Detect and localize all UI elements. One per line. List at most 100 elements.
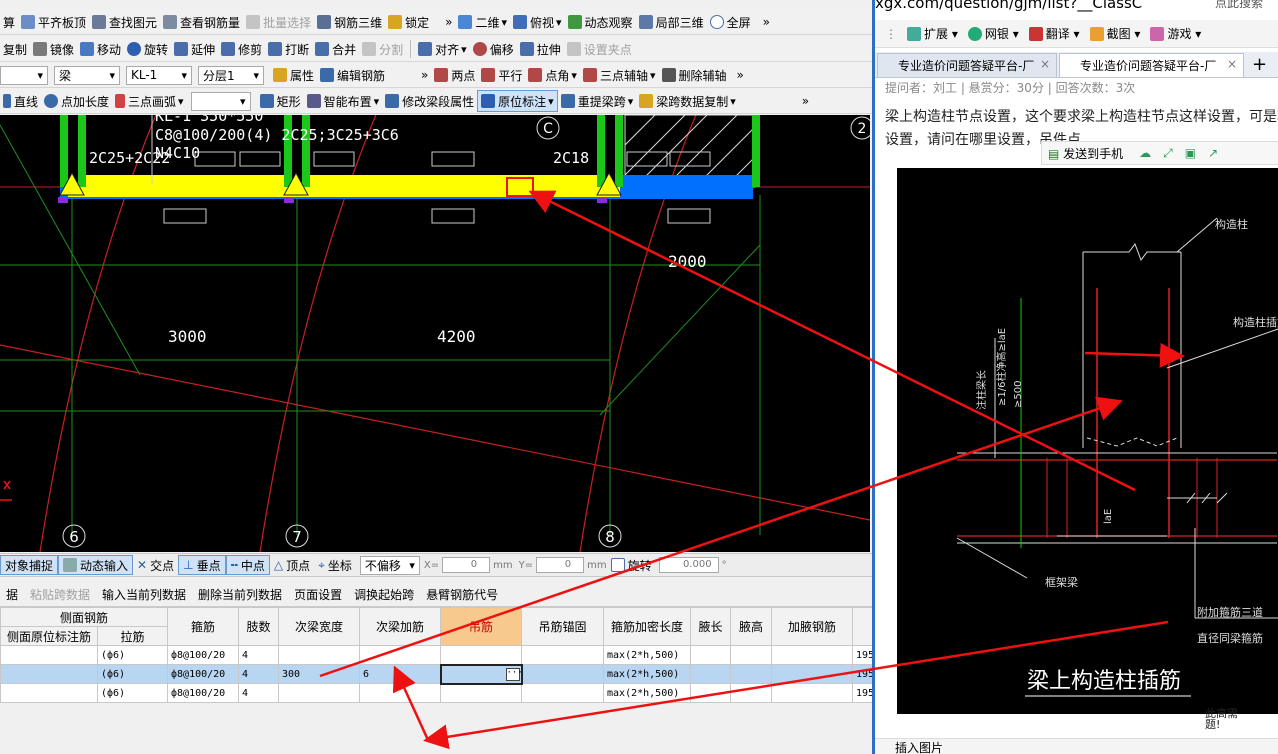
hanger-bar-edit-cell[interactable]: ··· [439,663,523,685]
search-hint[interactable]: 点此搜索 [1215,0,1263,9]
table-cell[interactable] [359,683,442,703]
annotation-box[interactable] [239,151,281,167]
copy-button[interactable]: 复制 [0,38,30,60]
dynamic-input-toggle[interactable]: 动态输入 [58,555,134,575]
paste-span-data-button[interactable]: 粘贴跨数据 [24,586,96,603]
tab-qa-2[interactable]: 专业造价问题答疑平台-厂 × [1059,53,1244,77]
find-element-button[interactable]: 查找图元 [89,11,160,33]
bank-button[interactable]: 网银 ▾ [967,25,1019,42]
point-plus-length-button[interactable]: 点加长度 [41,90,112,112]
column-header[interactable]: 次梁加筋 [359,607,442,646]
annotation-box[interactable] [313,151,355,167]
address-url[interactable]: xgx.com/question/gjm/list?__ClassC [875,0,1142,12]
element-type-select[interactable]: 梁 ▾ [54,65,120,85]
draw-mode-select[interactable]: ▾ [190,91,251,111]
toolbar-item[interactable]: 算 [0,11,18,33]
page-setup-button[interactable]: 页面设置 [288,586,348,603]
table-cell[interactable] [771,645,854,665]
toolbar-overflow-chevron[interactable]: » [442,11,455,33]
rotate-checkbox[interactable]: 旋转 [607,555,656,575]
split-button[interactable]: 分割 [359,38,406,60]
extend-button[interactable]: 延伸 [171,38,218,60]
view-rebar-qty-button[interactable]: 查看钢筋量 [160,11,243,33]
swap-start-span-button[interactable]: 调换起始跨 [348,586,420,603]
column-header[interactable]: 吊筋锚固 [521,607,605,646]
table-cell[interactable] [440,683,523,703]
table-cell[interactable]: max(2*h,500) [603,645,692,665]
cad-drawing-canvas[interactable]: KL-1 350*550 C8@100/200(4) 2C25;3C25+3C6… [0,115,870,552]
offset-mode-select[interactable]: 不偏移 ▾ [359,555,420,575]
vertex-snap[interactable]: △ 顶点 [270,555,314,575]
expand-icon[interactable]: ⤢ [1163,146,1173,161]
three-point-arc-dropdown[interactable]: 三点画弧 ▾ [112,90,187,112]
point-angle-dropdown[interactable]: 点角 ▾ [525,64,580,86]
stretch-button[interactable]: 拉伸 [517,38,564,60]
midpoint-snap[interactable]: ╍ 中点 [225,555,270,575]
ellipsis-button[interactable]: ··· [505,667,520,681]
dynamic-observe-button[interactable]: 动态观察 [565,11,636,33]
translate-button[interactable]: 翻译 ▾ [1028,25,1080,42]
mirror-button[interactable]: 镜像 [30,38,77,60]
table-cell[interactable] [771,683,854,703]
line-button[interactable]: 直线 [0,90,41,112]
in-situ-annotation-dropdown[interactable]: 原位标注 ▾ [477,90,558,112]
annotation-box[interactable] [194,151,236,167]
column[interactable] [752,115,760,187]
perpendicular-snap[interactable]: ⊥ 垂点 [178,555,226,575]
share-icon[interactable]: ↗ [1208,146,1218,160]
input-column-data-button[interactable]: 输入当前列数据 [96,586,192,603]
beam-span-selected[interactable] [68,175,620,197]
screenshot-button[interactable]: 截图 ▾ [1089,25,1140,42]
cad-drawing[interactable]: KL-1 350*550 C8@100/200(4) 2C25;3C25+3C6… [0,115,870,552]
table-cell[interactable]: (ф6) [96,683,169,703]
cloud-icon[interactable]: ☁ [1139,146,1151,160]
column-header[interactable]: 腋高 [730,607,773,646]
floor-select[interactable]: ▾ [0,65,48,85]
edit-rebar-button[interactable]: 编辑钢筋 [317,64,388,86]
object-snap-toggle[interactable]: 对象捕捉 [0,555,59,575]
table-cell[interactable]: (ф6) [96,664,169,684]
smart-layout-dropdown[interactable]: 智能布置 ▾ [304,90,383,112]
element-name-select[interactable]: KL-1 ▾ [126,65,192,85]
table-cell[interactable] [0,683,98,703]
new-tab-button[interactable]: + [1252,54,1267,77]
align-slab-top-button[interactable]: 平齐板顶 [18,11,89,33]
delete-column-data-button[interactable]: 删除当前列数据 [192,586,288,603]
table-cell[interactable] [0,645,98,665]
more-icon[interactable]: ⋮ [885,27,897,41]
column-header[interactable]: 拉筋 [96,626,169,646]
table-cell[interactable] [690,645,732,665]
move-button[interactable]: 移动 [77,38,124,60]
table-cell[interactable]: max(2*h,500) [603,664,692,684]
annotation-box[interactable] [626,151,668,167]
toolbar-overflow-chevron[interactable]: » [760,11,773,33]
y-coordinate-input[interactable]: 0 [536,557,585,573]
table-cell[interactable]: ф8@100/20 [167,645,240,665]
table-cell[interactable] [359,645,442,665]
batch-select-button[interactable]: 批量选择 [243,11,314,33]
table-cell[interactable] [521,683,605,703]
trim-button[interactable]: 修剪 [218,38,265,60]
table-cell[interactable] [771,664,854,684]
merge-button[interactable]: 合并 [312,38,359,60]
table-row[interactable]: (ф6) ф8@100/20 4 max(2*h,500) 195 [0,645,954,665]
view-2d-dropdown[interactable]: 二维 ▾ [455,11,510,33]
rectangle-button[interactable]: 矩形 [257,90,304,112]
table-cell[interactable]: (ф6) [96,645,169,665]
annotation-box[interactable] [431,208,475,224]
properties-button[interactable]: 属性 [270,64,317,86]
column-header[interactable]: 肢数 [238,607,280,646]
set-grip-button[interactable]: 设置夹点 [564,38,635,60]
parallel-button[interactable]: 平行 [478,64,525,86]
tab-qa-1[interactable]: 专业造价问题答疑平台-厂 × [877,53,1057,77]
address-bar[interactable]: xgx.com/question/gjm/list?__ClassC 点此搜索 [875,0,1278,12]
x-coordinate-input[interactable]: 0 [442,557,491,573]
toolbar-overflow-chevron[interactable]: » [799,90,812,112]
table-cell[interactable] [278,645,361,665]
column-header[interactable]: 侧面原位标注筋 [0,626,98,646]
annotation-box[interactable] [431,151,475,167]
table-cell[interactable] [440,645,523,665]
column-header[interactable]: 次梁宽度 [278,607,361,646]
two-point-button[interactable]: 两点 [431,64,478,86]
table-cell[interactable]: 4 [238,683,280,703]
